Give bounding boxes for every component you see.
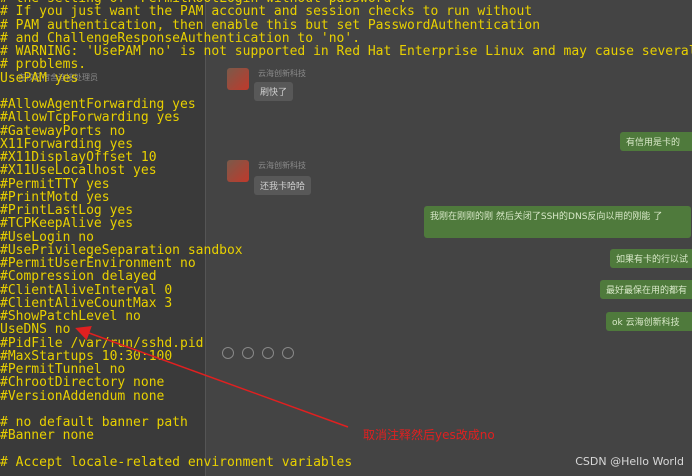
watermark: CSDN @Hello World [575, 455, 684, 468]
annotation-note: 取消注释然后yes改成no [363, 428, 495, 442]
annotation-arrow [75, 326, 349, 428]
